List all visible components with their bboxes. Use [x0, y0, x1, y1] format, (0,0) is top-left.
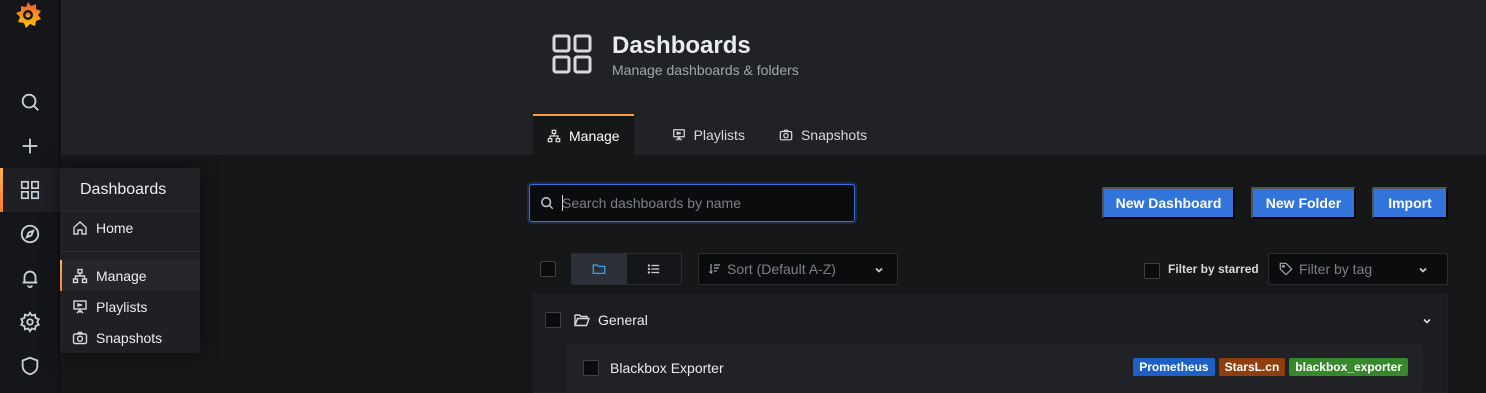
list-view-button[interactable]	[626, 254, 681, 284]
camera-icon	[779, 129, 793, 140]
tag-badge[interactable]: StarsL.cn	[1218, 358, 1286, 376]
tab-snapshots[interactable]: Snapshots	[763, 114, 883, 155]
home-icon	[73, 220, 87, 235]
search-icon	[541, 197, 554, 210]
dashboard-checkbox[interactable]	[583, 360, 599, 376]
sidebar	[0, 0, 60, 393]
flyout-title[interactable]: Dashboards	[60, 168, 200, 212]
tab-label: Manage	[569, 127, 620, 144]
tag-badge[interactable]: blackbox_exporter	[1289, 358, 1408, 376]
camera-icon	[72, 331, 88, 344]
search-icon[interactable]	[0, 80, 60, 124]
folder-checkbox[interactable]	[545, 312, 561, 328]
folder-open-icon	[574, 314, 590, 327]
search-box[interactable]	[529, 184, 855, 222]
dashboard-tags: Prometheus StarsL.cn blackbox_exporter	[1133, 358, 1408, 376]
new-folder-button[interactable]: New Folder	[1251, 187, 1356, 219]
filter-starred-checkbox[interactable]	[1144, 263, 1160, 279]
sitemap-icon	[547, 129, 561, 142]
select-all-checkbox[interactable]	[540, 261, 556, 277]
chevron-down-icon	[875, 267, 883, 273]
sitemap-icon	[72, 268, 88, 283]
sort-select[interactable]: Sort (Default A-Z)	[698, 253, 898, 285]
dashboards-icon[interactable]	[0, 168, 60, 212]
list-icon	[647, 264, 659, 274]
bell-icon[interactable]	[0, 256, 60, 300]
grafana-logo[interactable]	[12, 0, 44, 30]
header-tabs: Manage Playlists Snapshots	[533, 114, 885, 155]
flyout-item-label: Playlists	[96, 298, 148, 315]
dashboard-results: General Blackbox Exporter Prometheus Sta…	[533, 294, 1448, 393]
new-dashboard-button[interactable]: New Dashboard	[1102, 187, 1235, 219]
flyout-item-label: Manage	[96, 267, 147, 284]
tab-playlists[interactable]: Playlists	[656, 114, 761, 155]
tag-filter-select[interactable]: Filter by tag	[1268, 253, 1448, 285]
flyout-item-label: Home	[96, 219, 134, 236]
flyout-divider	[60, 251, 200, 252]
flyout-item-home[interactable]: Home	[60, 212, 200, 243]
view-mode-toggle	[571, 253, 682, 285]
tab-manage[interactable]: Manage	[533, 114, 634, 155]
dashboards-flyout-menu: Dashboards Home Manage Playlists Snapsho…	[60, 168, 200, 353]
flyout-item-manage[interactable]: Manage	[60, 260, 200, 291]
shield-icon[interactable]	[0, 344, 60, 388]
tab-label: Playlists	[693, 126, 745, 143]
chevron-down-icon[interactable]	[1420, 314, 1434, 328]
dashboard-row[interactable]: Blackbox Exporter Prometheus StarsL.cn b…	[566, 344, 1423, 392]
chevron-down-icon	[1419, 267, 1427, 273]
folder-name: General	[598, 312, 648, 328]
tag-badge[interactable]: Prometheus	[1133, 358, 1215, 376]
flyout-item-label: Snapshots	[96, 329, 163, 346]
tag-icon	[1279, 262, 1293, 276]
presentation-icon	[672, 128, 685, 141]
sort-placeholder: Sort (Default A-Z)	[727, 261, 836, 277]
tab-label: Snapshots	[800, 126, 868, 143]
dashboards-title-icon	[552, 34, 592, 74]
plus-icon[interactable]	[0, 124, 60, 168]
page-subtitle: Manage dashboards & folders	[612, 62, 799, 78]
import-button[interactable]: Import	[1372, 187, 1448, 219]
folder-view-button[interactable]	[572, 254, 627, 284]
folder-row-general[interactable]: General	[534, 305, 1447, 335]
search-input[interactable]	[562, 195, 842, 211]
presentation-icon	[73, 299, 87, 313]
compass-icon[interactable]	[0, 212, 60, 256]
filter-starred-label: Filter by starred	[1168, 262, 1259, 276]
flyout-item-playlists[interactable]: Playlists	[60, 291, 200, 322]
folder-icon	[592, 264, 606, 275]
tag-filter-placeholder: Filter by tag	[1299, 261, 1373, 277]
dashboard-title: Blackbox Exporter	[610, 360, 724, 376]
gear-icon[interactable]	[0, 300, 60, 344]
page-title: Dashboards	[612, 32, 751, 59]
sort-icon	[709, 264, 720, 274]
flyout-item-snapshots[interactable]: Snapshots	[60, 322, 200, 353]
